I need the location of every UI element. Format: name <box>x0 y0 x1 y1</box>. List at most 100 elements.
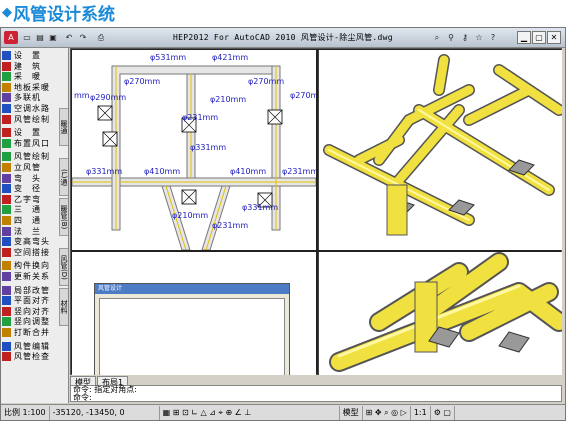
iso-viewport-bottom[interactable] <box>318 252 562 375</box>
tool-icon <box>2 51 11 60</box>
sidebar-item-label: 打断合并 <box>14 328 50 337</box>
tool-icon <box>2 114 11 124</box>
dimension-label: φ331mm <box>242 203 278 212</box>
sidebar-item-1-0[interactable]: 设 置 <box>2 127 60 138</box>
sidebar-item-2-3[interactable]: 变 径 <box>2 183 60 194</box>
logo-icon[interactable]: A <box>4 31 18 44</box>
sidebar-item-label: 地板采暖 <box>14 82 50 92</box>
sidebar-item-0-1[interactable]: 建 筑 <box>2 61 60 72</box>
sidebar-item-label: 风管检查 <box>14 352 50 362</box>
sidebar-tab-2[interactable]: 暖管(B) <box>59 198 68 236</box>
sidebar-item-0-3[interactable]: 地板采暖 <box>2 82 60 93</box>
sidebar-item-1-1[interactable]: 布置风口 <box>2 138 60 149</box>
dimension-label: φ231mm <box>212 221 248 230</box>
dimension-label: φ331mm <box>190 143 226 152</box>
tool-icon <box>2 82 11 92</box>
maximize-icon[interactable]: ▢ <box>532 31 546 44</box>
sidebar-item-5-0[interactable]: 风管编辑 <box>2 341 60 352</box>
dimension-label: φ410mm <box>230 167 266 176</box>
sidebar-item-label: 设 置 <box>14 51 41 60</box>
search-icon[interactable]: ⚲ <box>445 31 457 44</box>
sidebar-item-label: 四 通 <box>14 216 41 225</box>
sidebar-item-label: 法 兰 <box>14 226 41 236</box>
sidebar-item-2-0[interactable]: 风管绘制 <box>2 151 60 162</box>
sidebar-item-2-7[interactable]: 法 兰 <box>2 226 60 237</box>
tool-icon <box>2 237 11 247</box>
plan-viewport[interactable]: φ531mm φ421mm φ270mm φ270mm φ290mm φ210mm φ231… <box>72 50 316 250</box>
nav-icons[interactable]: ⊞ ✥ ⌕ ◎ ▷ <box>363 405 411 420</box>
star-icon[interactable]: ☆ <box>473 31 485 44</box>
command-history: 命令: 指定对角点: <box>73 385 137 394</box>
sidebar-item-3-1[interactable]: 更新关系 <box>2 271 60 282</box>
autocad-window: A ▭ ▤ ▣ ↶ ↷ ⎙ HEP2012 For AutoCAD 2010 风… <box>0 27 566 421</box>
sidebar-tab-4[interactable]: 材料 <box>59 288 68 326</box>
tool-icon <box>2 163 11 172</box>
tool-icon <box>2 285 11 295</box>
scale-display[interactable]: 比例 1:100 <box>1 405 50 420</box>
dialog-viewport[interactable]: 风管设计 确定 取消 <box>72 252 316 375</box>
annotation-scale[interactable]: 1:1 <box>411 405 431 420</box>
sidebar-tab-0[interactable]: 暖通 <box>59 108 68 146</box>
sidebar-item-label: 变 径 <box>14 184 41 194</box>
sidebar-item-4-0[interactable]: 局部改管 <box>2 285 60 296</box>
sidebar-item-4-2[interactable]: 竖向对齐 <box>2 306 60 317</box>
undo-icon[interactable]: ↶ <box>63 31 75 44</box>
save-icon[interactable]: ▣ <box>47 31 59 44</box>
pipe-settings-dialog[interactable]: 风管设计 确定 取消 <box>94 283 290 375</box>
sidebar-item-3-0[interactable]: 构件换向 <box>2 260 60 271</box>
new-icon[interactable]: ▭ <box>21 31 33 44</box>
sidebar-item-0-6[interactable]: 风管绘制 <box>2 114 60 125</box>
sidebar-item-5-1[interactable]: 风管检查 <box>2 351 60 362</box>
sidebar-tab-1[interactable]: (L)通 <box>59 158 68 196</box>
key-icon[interactable]: ⚷ <box>459 31 471 44</box>
sidebar-item-0-5[interactable]: 空调水路 <box>2 103 60 114</box>
print-icon[interactable]: ⎙ <box>94 31 108 44</box>
dimension-label: mm <box>74 91 90 100</box>
page-heading: ◆ 风管设计系统 <box>2 1 115 25</box>
tool-icon <box>2 152 11 162</box>
tool-icon <box>2 93 11 103</box>
sidebar-item-2-5[interactable]: 三 通 <box>2 204 60 215</box>
tool-icon <box>2 138 11 148</box>
diamond-icon: ◆ <box>2 4 12 20</box>
sidebar-item-2-9[interactable]: 空间搭接 <box>2 247 60 258</box>
iso-viewport-top[interactable] <box>318 50 562 250</box>
sidebar-item-2-4[interactable]: 乙字弯 <box>2 194 60 205</box>
sidebar-tab-3[interactable]: 风管(D) <box>59 248 68 286</box>
sidebar-item-0-2[interactable]: 采 暖 <box>2 71 60 82</box>
drawing-canvas[interactable]: φ531mm φ421mm φ270mm φ270mm φ290mm φ210mm φ231… <box>70 48 562 375</box>
command-line[interactable]: 命令: 指定对角点: 命令: <box>70 385 562 402</box>
help-icon[interactable]: ? <box>487 31 499 44</box>
sidebar-item-0-0[interactable]: 设 置 <box>2 50 60 61</box>
sidebar-item-4-3[interactable]: 竖向调整 <box>2 316 60 327</box>
sidebar-item-2-8[interactable]: 变高弯头 <box>2 236 60 247</box>
open-icon[interactable]: ▤ <box>34 31 46 44</box>
snap-toggles[interactable]: ▦ ⊞ ⊡ ∟ △ ⊿ ⌖ ⊕ ∠ ⊥ <box>160 405 340 420</box>
command-prompt[interactable]: 命令: <box>73 394 561 402</box>
dialog-table[interactable] <box>99 298 285 375</box>
sidebar-item-label: 更新关系 <box>14 272 50 281</box>
sidebar-item-label: 构件换向 <box>14 261 50 271</box>
sidebar-item-2-6[interactable]: 四 通 <box>2 215 60 226</box>
tool-icon <box>2 226 11 236</box>
sidebar-item-label: 竖向调整 <box>14 317 50 327</box>
sidebar-item-2-2[interactable]: 弯 头 <box>2 173 60 184</box>
sidebar-item-label: 建 筑 <box>14 61 41 71</box>
sidebar-item-4-4[interactable]: 打断合并 <box>2 327 60 338</box>
minimize-icon[interactable]: ▁ <box>517 31 531 44</box>
tool-icon <box>2 216 11 225</box>
dialog-title: 风管设计 <box>95 284 289 294</box>
sidebar-item-2-1[interactable]: 立风管 <box>2 162 60 173</box>
sidebar-item-4-1[interactable]: 平面对齐 <box>2 295 60 306</box>
redo-icon[interactable]: ↷ <box>77 31 89 44</box>
close-icon[interactable]: ✕ <box>547 31 561 44</box>
tool-icon <box>2 296 11 306</box>
model-button[interactable]: 模型 <box>340 405 363 420</box>
tool-icon <box>2 72 11 82</box>
sidebar-item-label: 变高弯头 <box>14 237 50 247</box>
binoculars-icon[interactable]: ⌕ <box>431 31 443 44</box>
tool-icon <box>2 173 11 183</box>
sidebar-item-0-4[interactable]: 多联机 <box>2 92 60 103</box>
workspace-icon[interactable]: ⚙ ▢ <box>431 405 455 420</box>
dimension-label: φ290mm <box>90 93 126 102</box>
